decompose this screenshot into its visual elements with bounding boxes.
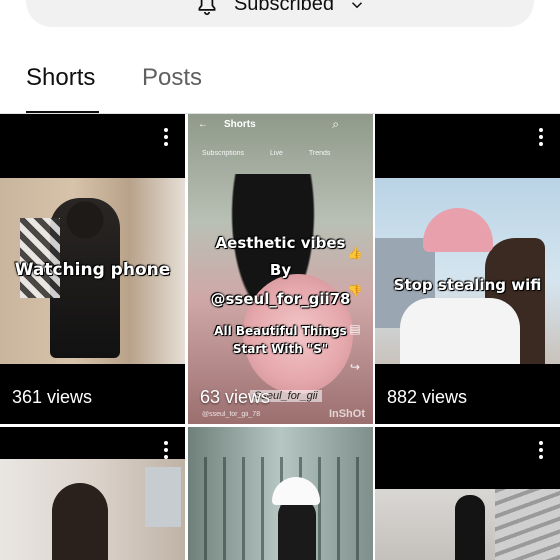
inner-side-actions: 👍 👎 ▤ ↪ <box>347 234 363 386</box>
short-overlay-line: Start With "S" <box>232 342 329 356</box>
short-views-2: 63 views <box>200 387 271 407</box>
more-vert-icon[interactable] <box>163 441 169 461</box>
inner-chip: Subscriptions <box>202 150 245 157</box>
channel-tabs: Shorts Posts <box>0 54 560 114</box>
inshot-watermark: InShOt <box>328 408 365 420</box>
subscribed-label: Subscribed <box>233 0 335 15</box>
inner-account: @sseul_for_gii_78 <box>202 411 261 418</box>
short-thumbnail-6 <box>375 489 560 560</box>
search-icon: ⌕ <box>332 117 339 131</box>
subscribed-button[interactable]: Subscribed <box>26 0 534 27</box>
short-tile-6[interactable] <box>375 427 560 560</box>
bell-icon <box>198 0 216 15</box>
tab-posts[interactable]: Posts <box>142 64 202 92</box>
tab-shorts[interactable]: Shorts <box>26 64 95 92</box>
short-tile-5[interactable] <box>188 427 373 560</box>
chevron-down-icon <box>352 1 363 8</box>
short-thumbnail-5 <box>188 427 373 560</box>
short-overlay-text-3: Stop stealing wifi <box>393 276 542 294</box>
short-thumbnail-4 <box>0 459 185 560</box>
more-vert-icon[interactable] <box>163 128 169 148</box>
short-views-3: 882 views <box>387 387 468 407</box>
inner-shorts-header: ← Shorts ⌕ <box>188 114 373 138</box>
inner-chips: Subscriptions Live Trends <box>202 150 330 157</box>
short-views-1: 361 views <box>12 387 93 407</box>
short-tile-2[interactable]: ← Shorts ⌕ Subscriptions Live Trends 👍 👎… <box>188 114 373 424</box>
short-overlay-line: All Beautiful Things <box>214 324 347 338</box>
short-overlay-text-1: Watching phone <box>14 260 171 280</box>
short-tile-4[interactable] <box>0 427 185 560</box>
inner-header-title: Shorts <box>224 119 256 130</box>
inner-chip: Live <box>270 150 283 157</box>
short-tile-3[interactable]: Stop stealing wifi 882 views <box>375 114 560 424</box>
short-overlay-line: Aesthetic vibes <box>215 234 346 252</box>
inner-chip: Trends <box>308 150 331 157</box>
short-tile-1[interactable]: Watching phone 361 views <box>0 114 185 424</box>
short-overlay-line: By <box>269 261 292 279</box>
back-arrow-icon: ← <box>198 119 208 130</box>
short-overlay-line: @sseul_for_gii78 <box>210 290 351 308</box>
more-vert-icon[interactable] <box>538 128 544 148</box>
short-thumbnail-3 <box>375 178 560 364</box>
shorts-grid: Watching phone 361 views ← Shorts ⌕ Subs… <box>0 114 560 560</box>
more-vert-icon[interactable] <box>538 441 544 461</box>
